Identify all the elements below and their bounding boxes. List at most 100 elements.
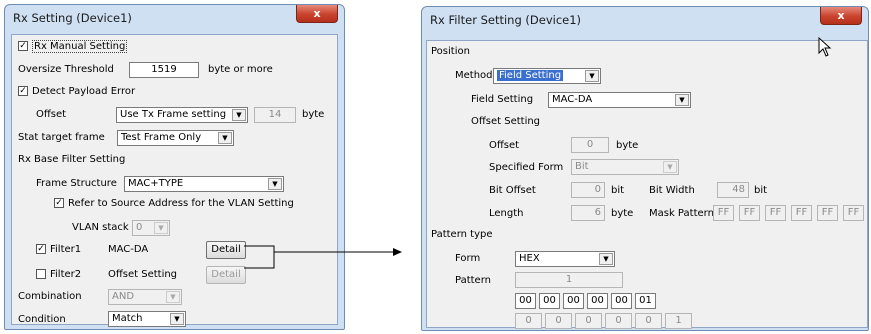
specified-form-value: Bit bbox=[575, 161, 589, 172]
bit-offset-unit: bit bbox=[611, 185, 625, 196]
position-label: Position bbox=[431, 46, 470, 57]
oversize-unit-label: byte or more bbox=[208, 64, 273, 75]
hex-byte-2[interactable]: 00 bbox=[539, 293, 560, 309]
bit-offset-label: Bit Offset bbox=[489, 185, 536, 196]
filter-offset-input: 0 bbox=[571, 137, 609, 153]
frame-structure-value: MAC+TYPE bbox=[128, 178, 184, 189]
filter-offset-unit: byte bbox=[616, 140, 639, 151]
filter-offset-value: 0 bbox=[586, 139, 594, 150]
rx-close-button[interactable]: x bbox=[296, 5, 338, 23]
vlan-stack-label: VLAN stack bbox=[72, 222, 129, 233]
filter-offset-label: Offset bbox=[489, 140, 520, 151]
chevron-down-icon: ▼ bbox=[675, 94, 689, 106]
detect-payload-label: Detect Payload Error bbox=[32, 86, 136, 97]
dec-byte-1: 0 bbox=[515, 313, 542, 329]
hex-byte-5[interactable]: 00 bbox=[611, 293, 632, 309]
checkbox-icon: ✓ bbox=[36, 244, 46, 254]
condition-select[interactable]: Match ▼ bbox=[108, 311, 186, 327]
stat-target-label: Stat target frame bbox=[18, 132, 105, 143]
mask-byte-2: FF bbox=[739, 205, 760, 221]
offset-value-input: 14 bbox=[254, 107, 296, 123]
filter2-value: Offset Setting bbox=[108, 269, 178, 280]
offset-unit-label: byte bbox=[302, 109, 325, 120]
bit-width-label: Bit Width bbox=[649, 185, 695, 196]
length-value: 6 bbox=[594, 207, 601, 218]
form-label: Form bbox=[455, 253, 481, 264]
form-select[interactable]: HEX ▼ bbox=[515, 251, 615, 267]
oversize-threshold-value: 1519 bbox=[151, 64, 177, 75]
mask-pattern-label: Mask Pattern bbox=[649, 208, 714, 219]
oversize-threshold-label: Oversize Threshold bbox=[18, 64, 114, 75]
field-setting-select[interactable]: MAC-DA ▼ bbox=[548, 92, 691, 108]
dec-byte-6: 1 bbox=[665, 313, 692, 329]
mask-byte-4: FF bbox=[791, 205, 812, 221]
filter1-detail-button[interactable]: Detail bbox=[206, 241, 246, 259]
mouse-cursor-icon bbox=[818, 37, 832, 57]
chevron-down-icon: ▼ bbox=[166, 291, 180, 303]
form-value: HEX bbox=[519, 253, 540, 264]
offset-value: 14 bbox=[268, 109, 282, 120]
rx-filter-window: Rx Filter Setting (Device1) x Position M… bbox=[421, 6, 869, 331]
filter1-label: Filter1 bbox=[50, 244, 82, 255]
mask-byte-5: FF bbox=[817, 205, 838, 221]
field-setting-value: MAC-DA bbox=[552, 94, 593, 105]
hex-byte-4[interactable]: 00 bbox=[587, 293, 608, 309]
offset-mode-select[interactable]: Use Tx Frame setting ▼ bbox=[116, 107, 248, 123]
chevron-down-icon: ▼ bbox=[268, 178, 282, 190]
pattern-type-label: Pattern type bbox=[431, 229, 493, 240]
rx-setting-title: Rx Setting (Device1) bbox=[13, 11, 132, 25]
filter-close-button[interactable]: x bbox=[820, 7, 862, 25]
detect-payload-checkbox[interactable]: ✓ Detect Payload Error bbox=[18, 86, 135, 97]
hex-byte-6[interactable]: 01 bbox=[635, 293, 656, 309]
offset-label: Offset bbox=[36, 109, 67, 120]
method-value: Field Setting bbox=[497, 70, 564, 81]
vlan-stack-select: 0 ▼ bbox=[132, 220, 170, 236]
pattern-label: Pattern bbox=[455, 275, 491, 286]
specified-form-select: Bit ▼ bbox=[571, 159, 679, 175]
dec-byte-3: 0 bbox=[575, 313, 602, 329]
mask-byte-6: FF bbox=[843, 205, 864, 221]
rx-manual-setting-checkbox[interactable]: ✓ Rx Manual Setting bbox=[18, 40, 128, 53]
refer-source-label: Refer to Source Address for the VLAN Set… bbox=[68, 198, 294, 209]
mask-byte-3: FF bbox=[765, 205, 786, 221]
frame-structure-label: Frame Structure bbox=[36, 178, 117, 189]
bit-offset-input: 0 bbox=[571, 182, 605, 198]
length-input: 6 bbox=[571, 205, 605, 221]
chevron-down-icon: ▼ bbox=[663, 161, 677, 173]
method-select[interactable]: Field Setting ▼ bbox=[493, 68, 601, 84]
chevron-down-icon: ▼ bbox=[170, 313, 184, 325]
dec-byte-4: 0 bbox=[605, 313, 632, 329]
field-setting-label: Field Setting bbox=[471, 94, 534, 105]
chevron-down-icon: ▼ bbox=[585, 70, 599, 82]
oversize-threshold-input[interactable]: 1519 bbox=[129, 62, 199, 78]
length-unit: byte bbox=[611, 208, 634, 219]
rx-filter-body: Position Method Field Setting ▼ Field Se… bbox=[426, 40, 868, 329]
condition-value: Match bbox=[112, 313, 143, 324]
stat-target-select[interactable]: Test Frame Only ▼ bbox=[117, 130, 234, 146]
condition-label: Condition bbox=[18, 314, 66, 325]
combination-label: Combination bbox=[18, 291, 82, 302]
filter2-checkbox[interactable]: Filter2 bbox=[36, 269, 81, 280]
method-label: Method bbox=[455, 70, 493, 81]
filter1-checkbox[interactable]: ✓ Filter1 bbox=[36, 244, 81, 255]
checkbox-icon bbox=[36, 269, 46, 279]
length-label: Length bbox=[489, 208, 524, 219]
specified-form-label: Specified Form bbox=[489, 162, 564, 173]
chevron-down-icon: ▼ bbox=[154, 222, 168, 234]
offset-mode-value: Use Tx Frame setting bbox=[120, 109, 227, 120]
rx-setting-body: ✓ Rx Manual Setting Oversize Threshold 15… bbox=[11, 34, 338, 327]
combination-value: AND bbox=[112, 291, 135, 302]
hex-byte-3[interactable]: 00 bbox=[563, 293, 584, 309]
chevron-down-icon: ▼ bbox=[218, 132, 232, 144]
bit-width-value: 48 bbox=[732, 184, 745, 195]
checkbox-icon: ✓ bbox=[18, 86, 28, 96]
frame-structure-select[interactable]: MAC+TYPE ▼ bbox=[124, 176, 284, 192]
pattern-input: 1 bbox=[515, 272, 623, 288]
rx-filter-title: Rx Filter Setting (Device1) bbox=[430, 13, 582, 27]
stat-target-value: Test Frame Only bbox=[121, 132, 202, 143]
rx-setting-window: Rx Setting (Device1) x ✓ Rx Manual Settin… bbox=[4, 4, 345, 330]
pattern-value: 1 bbox=[565, 274, 573, 285]
refer-source-checkbox[interactable]: ✓ Refer to Source Address for the VLAN Se… bbox=[54, 198, 294, 209]
hex-byte-1[interactable]: 00 bbox=[515, 293, 536, 309]
bit-width-unit: bit bbox=[754, 185, 768, 196]
